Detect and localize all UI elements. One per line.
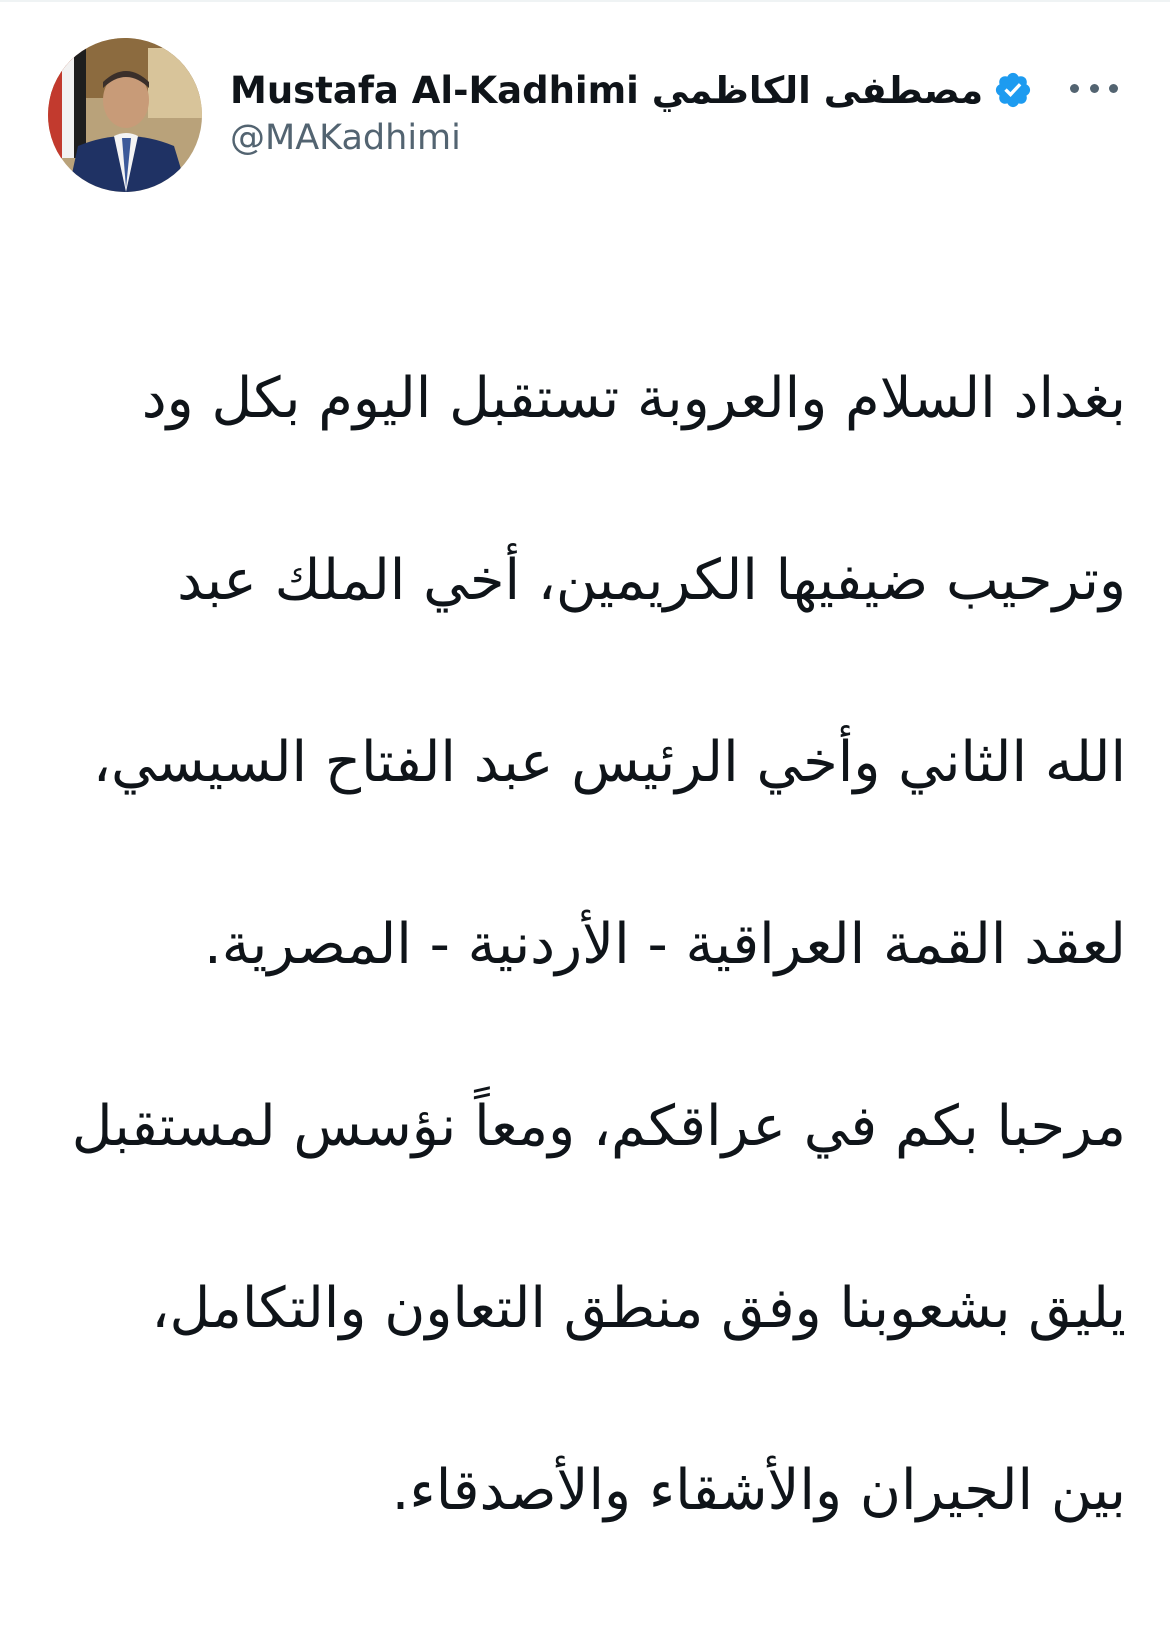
tweet-card: Mustafa Al-Kadhimi مصطفى الكاظمي @MAKadh…	[0, 0, 1170, 1523]
more-dot	[1070, 83, 1079, 93]
tweet-text-line: يليق بشعوبنا وفق منطق التعاون والتكامل،	[151, 1276, 1126, 1341]
author-handle[interactable]: @MAKadhimi	[230, 118, 461, 158]
verified-badge-icon	[993, 70, 1033, 110]
tweet-text-line: لعقد القمة العراقية - الأردنية - المصرية…	[203, 912, 1126, 977]
divider	[0, 0, 1170, 2]
tweet-text-line: وترحيب ضيفيها الكريمين، أخي الملك عبد	[177, 548, 1126, 613]
avatar[interactable]	[48, 38, 202, 192]
author-name-row: Mustafa Al-Kadhimi مصطفى الكاظمي	[230, 62, 1033, 118]
tweet-text-line: بغداد السلام والعروبة تستقبل اليوم بكل و…	[141, 366, 1126, 431]
tweet-text-line: بين الجيران والأشقاء والأصدقاء.	[391, 1458, 1126, 1523]
tweet-text: بغداد السلام والعروبة تستقبل اليوم بكل و…	[60, 262, 1126, 1627]
more-dot	[1109, 83, 1118, 93]
more-dot	[1089, 83, 1099, 93]
more-horizontal-icon[interactable]	[1066, 68, 1122, 108]
tweet-text-line: مرحبا بكم في عراقكم، ومعاً نؤسس لمستقبل	[71, 1094, 1126, 1159]
author-display-name[interactable]: Mustafa Al-Kadhimi مصطفى الكاظمي	[230, 69, 983, 112]
tweet-text-line: الله الثاني وأخي الرئيس عبد الفتاح السيس…	[92, 730, 1126, 795]
avatar-photo	[48, 38, 202, 192]
